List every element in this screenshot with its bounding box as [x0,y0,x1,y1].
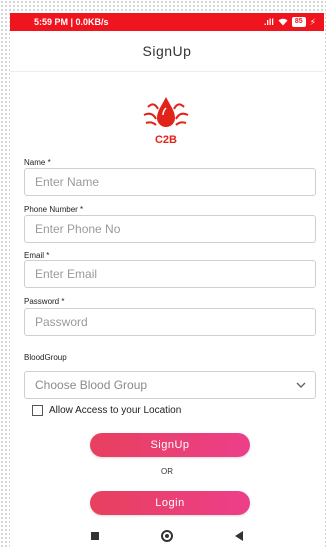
phone-input[interactable] [24,215,316,243]
email-input[interactable] [24,260,316,288]
password-input[interactable] [24,308,316,336]
or-divider: OR [161,467,173,476]
signup-button[interactable]: SignUp [90,433,250,457]
back-icon[interactable] [235,530,243,541]
email-label: Email * [24,251,50,260]
recent-apps-icon[interactable] [91,531,99,540]
wifi-icon [278,18,288,26]
password-label: Password * [24,297,65,306]
status-bar: 5:59 PM | 0.0KB/s .ıll 85 ⚡ [10,13,324,31]
location-checkbox[interactable] [32,405,43,416]
chevron-down-icon [296,382,306,388]
system-nav-bar [10,523,324,548]
app-bar: SignUp [10,31,324,72]
phone-label: Phone Number * [24,205,84,214]
login-button[interactable]: Login [90,491,250,515]
logo-text: C2B [155,134,177,146]
c2b-logo: C2B [143,97,189,146]
name-label: Name * [24,158,51,167]
page-title: SignUp [142,43,192,59]
signal-icon: .ıll [263,17,274,27]
location-label: Allow Access to your Location [49,405,182,416]
phone-screen: 5:59 PM | 0.0KB/s .ıll 85 ⚡ SignUp C2B N… [10,13,324,548]
blood-group-value: Choose Blood Group [35,378,148,392]
status-icons: .ıll 85 ⚡ [264,17,316,28]
blood-group-select[interactable]: Choose Blood Group [24,371,316,399]
status-time: 5:59 PM | 0.0KB/s [34,17,109,27]
battery-icon: 85 [291,17,306,27]
name-input[interactable] [24,168,316,196]
location-permission-row[interactable]: Allow Access to your Location [32,405,181,416]
charging-icon: ⚡ [309,16,316,27]
home-icon[interactable] [161,529,173,542]
blood-group-label: BloodGroup [24,353,67,362]
